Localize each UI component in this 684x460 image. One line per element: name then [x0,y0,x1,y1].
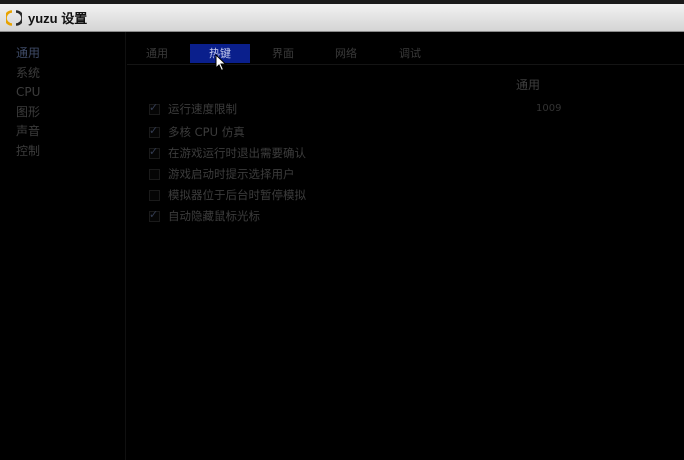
option-select-user[interactable]: 游戏启动时提示选择用户 [149,165,295,183]
checkbox[interactable]: ✓ [149,207,160,222]
check-mark-icon: ✓ [149,207,159,221]
checkbox[interactable]: ✓ [149,123,160,138]
tab-debug[interactable]: 调试 [390,44,430,63]
checkbox[interactable] [149,168,160,180]
sidebar-item-cpu[interactable]: CPU [0,83,125,103]
category-sidebar: 通用 系统 CPU 图形 声音 控制 [0,32,126,460]
settings-main-panel: 通用 热键 界面 网络 调试 通用 1009 ✓ 运行速度限制 ✓ 多核 CPU… [127,32,684,460]
option-hide-cursor[interactable]: ✓ 自动隐藏鼠标光标 [149,207,260,225]
option-label: 在游戏运行时退出需要确认 [168,146,306,160]
option-pause-background[interactable]: 模拟器位于后台时暂停模拟 [149,186,306,204]
option-label: 游戏启动时提示选择用户 [168,167,295,181]
tab-ui[interactable]: 界面 [263,44,303,63]
option-label: 多核 CPU 仿真 [168,125,245,139]
mouse-pointer-icon [215,54,227,72]
yuzu-logo-icon [6,9,22,26]
speed-limit-value[interactable]: 1009 [536,103,561,114]
tab-general[interactable]: 通用 [137,44,177,63]
option-speed-limit[interactable]: ✓ 运行速度限制 [149,100,237,118]
settings-content: 通用 系统 CPU 图形 声音 控制 通用 热键 界面 网络 调试 通用 100… [0,32,684,460]
sidebar-item-audio[interactable]: 声音 [0,122,125,142]
checkbox[interactable]: ✓ [149,144,160,159]
settings-window: yuzu 设置 通用 系统 CPU 图形 声音 控制 通用 热键 界面 网络 调… [0,0,684,460]
option-confirm-exit[interactable]: ✓ 在游戏运行时退出需要确认 [149,144,306,162]
sidebar-item-system[interactable]: 系统 [0,64,125,84]
tab-network[interactable]: 网络 [326,44,366,63]
checkbox[interactable] [149,189,160,201]
option-label: 自动隐藏鼠标光标 [168,209,260,223]
option-label: 运行速度限制 [168,102,237,116]
sidebar-item-controls[interactable]: 控制 [0,142,125,162]
checkbox[interactable]: ✓ [149,100,160,115]
window-title: yuzu 设置 [28,11,88,26]
sidebar-item-graphics[interactable]: 图形 [0,103,125,123]
check-mark-icon: ✓ [149,100,159,114]
check-mark-icon: ✓ [149,144,159,158]
option-label: 模拟器位于后台时暂停模拟 [168,188,306,202]
sidebar-item-general[interactable]: 通用 [0,44,125,64]
group-title: 通用 [516,78,541,92]
tab-bar: 通用 热键 界面 网络 调试 [127,44,684,65]
title-bar[interactable]: yuzu 设置 [0,4,684,32]
check-mark-icon: ✓ [149,123,159,137]
option-multicore-cpu[interactable]: ✓ 多核 CPU 仿真 [149,123,245,141]
